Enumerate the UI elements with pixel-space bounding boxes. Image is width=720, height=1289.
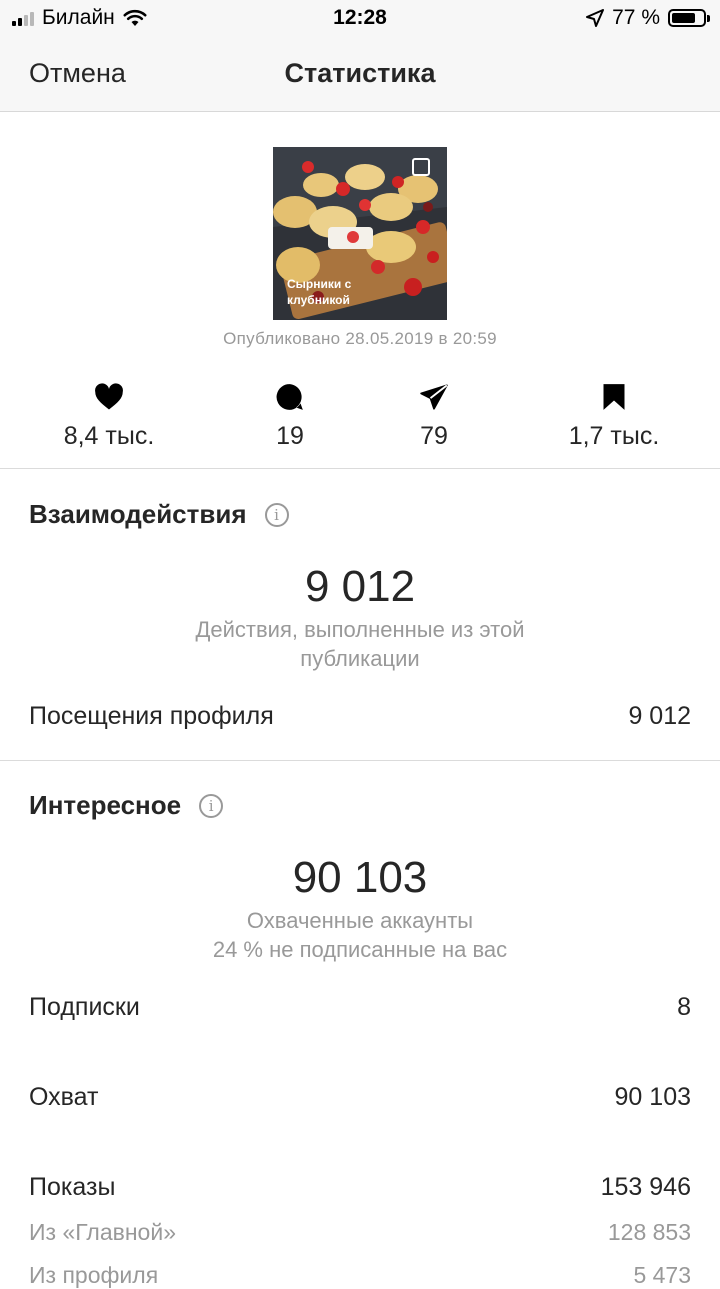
- impressions-value: 153 946: [600, 1173, 691, 1201]
- impressions-label: Показы: [29, 1173, 116, 1201]
- heart-icon: [95, 383, 123, 410]
- follows-row: Подписки 8: [29, 993, 691, 1022]
- interactions-title: Взаимодействия: [29, 499, 247, 529]
- from-profile-label: Из профиля: [29, 1262, 159, 1288]
- published-date: Опубликовано 28.05.2019 в 20:59: [223, 329, 497, 348]
- reach-value: 90 103: [614, 1083, 691, 1111]
- discovery-title: Интересное: [29, 790, 182, 820]
- profile-visits-label: Посещения профиля: [29, 702, 274, 730]
- discovery-section-title: Интересное i: [29, 790, 224, 821]
- interactions-description: Действия, выполненные из этой публикации: [160, 615, 560, 673]
- from-home-label: Из «Главной»: [29, 1219, 176, 1245]
- battery-fill: [672, 13, 696, 23]
- interactions-total: 9 012: [304, 562, 416, 611]
- send-icon: [420, 384, 448, 410]
- discovery-description-line2: 24 % не подписанные на вас: [212, 937, 508, 962]
- battery-icon: [668, 9, 710, 27]
- reach-label: Охват: [29, 1083, 99, 1111]
- divider: [0, 468, 720, 469]
- cancel-button[interactable]: Отмена: [29, 36, 126, 111]
- location-arrow-icon: [586, 9, 605, 27]
- follows-value: 8: [677, 993, 691, 1021]
- info-icon[interactable]: i: [199, 793, 224, 818]
- post-thumbnail[interactable]: Сырники с клубникой: [273, 147, 447, 320]
- battery-percent: 77 %: [612, 6, 660, 29]
- saves-metric: 1,7 тыс.: [514, 382, 714, 451]
- thumbnail-caption-line2: клубникой: [287, 293, 350, 307]
- thumbnail-caption-line1: Сырники с: [287, 277, 352, 291]
- from-profile-value: 5 473: [633, 1262, 691, 1288]
- reach-row: Охват 90 103: [29, 1083, 691, 1112]
- impressions-from-profile-row: Из профиля 5 473: [29, 1262, 691, 1289]
- impressions-from-home-row: Из «Главной» 128 853: [29, 1219, 691, 1246]
- likes-count: 8,4 тыс.: [63, 422, 155, 450]
- shares-count: 79: [420, 422, 448, 450]
- profile-visits-value: 9 012: [628, 702, 691, 730]
- profile-visits-row: Посещения профиля 9 012: [29, 702, 691, 731]
- interactions-description-line1: Действия, выполненные из этой: [195, 617, 525, 642]
- interactions-description-line2: публикации: [300, 646, 420, 671]
- follows-label: Подписки: [29, 993, 140, 1021]
- impressions-row: Показы 153 946: [29, 1173, 691, 1202]
- saves-count: 1,7 тыс.: [568, 422, 660, 450]
- navigation-bar: Отмена Статистика: [0, 36, 720, 112]
- discovery-description-line1: Охваченные аккаунты: [246, 908, 474, 933]
- status-right: 77 %: [586, 0, 710, 36]
- interactions-section-title: Взаимодействия i: [29, 499, 289, 530]
- discovery-description: Охваченные аккаунты 24 % не подписанные …: [160, 906, 560, 964]
- status-bar: Билайн 12:28 77 %: [0, 0, 720, 36]
- likes-metric: 8,4 тыс.: [9, 382, 209, 451]
- from-home-value: 128 853: [607, 1219, 691, 1245]
- discovery-total: 90 103: [292, 853, 428, 902]
- divider: [0, 760, 720, 761]
- info-icon[interactable]: i: [264, 502, 289, 527]
- comment-icon: [276, 384, 303, 410]
- bookmark-icon: [603, 384, 625, 410]
- shares-metric: 79: [334, 382, 534, 451]
